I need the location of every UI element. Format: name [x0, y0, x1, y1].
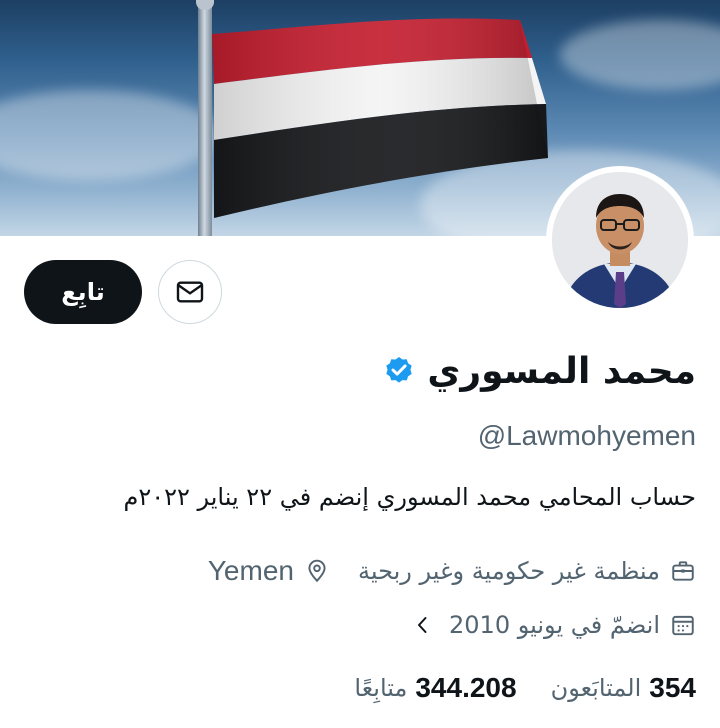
profile-handle: @Lawmohyemen: [477, 420, 696, 451]
location-pin-icon: [308, 559, 326, 583]
following-stat[interactable]: 354 المتابَعون: [551, 672, 696, 704]
avatar-photo: [552, 172, 688, 308]
verified-badge-icon[interactable]: [383, 355, 415, 387]
profile-bio: حساب المحامي محمد المسوري إنضم في ٢٢ ينا…: [123, 483, 696, 511]
following-label: المتابَعون: [550, 674, 642, 702]
profile-avatar[interactable]: [546, 166, 694, 314]
envelope-icon: [176, 281, 204, 303]
calendar-icon: [672, 615, 694, 636]
profile-category: منظمة غير حكومية وغير ربحية: [358, 557, 696, 585]
followers-stat[interactable]: 344.208 متابِعًا: [354, 672, 516, 704]
profile-location-text: Yemen: [207, 555, 294, 586]
profile-name: محمد المسوري: [427, 350, 696, 392]
message-button[interactable]: [158, 260, 222, 324]
profile-name-row: محمد المسوري: [383, 346, 696, 396]
followers-label: متابِعًا: [354, 674, 408, 702]
following-count: 354: [649, 672, 696, 703]
profile-category-text: منظمة غير حكومية وغير ربحية: [357, 557, 660, 585]
follow-button[interactable]: تابِع: [24, 260, 142, 324]
followers-count: 344.208: [415, 672, 517, 703]
profile-joined-row[interactable]: انضمّ في يونيو 2010: [411, 605, 696, 645]
briefcase-icon: [672, 561, 694, 581]
avatar-portrait: [552, 172, 688, 308]
profile-meta-row: منظمة غير حكومية وغير ربحية Yemen: [208, 551, 696, 591]
chevron-left-icon[interactable]: [411, 613, 435, 637]
profile-stats: 354 المتابَعون 344.208 متابِعًا: [354, 668, 696, 708]
profile-joined: انضمّ في يونيو 2010: [449, 611, 696, 639]
profile-location: Yemen: [208, 555, 330, 587]
profile-joined-text: انضمّ في يونيو 2010: [449, 611, 660, 639]
